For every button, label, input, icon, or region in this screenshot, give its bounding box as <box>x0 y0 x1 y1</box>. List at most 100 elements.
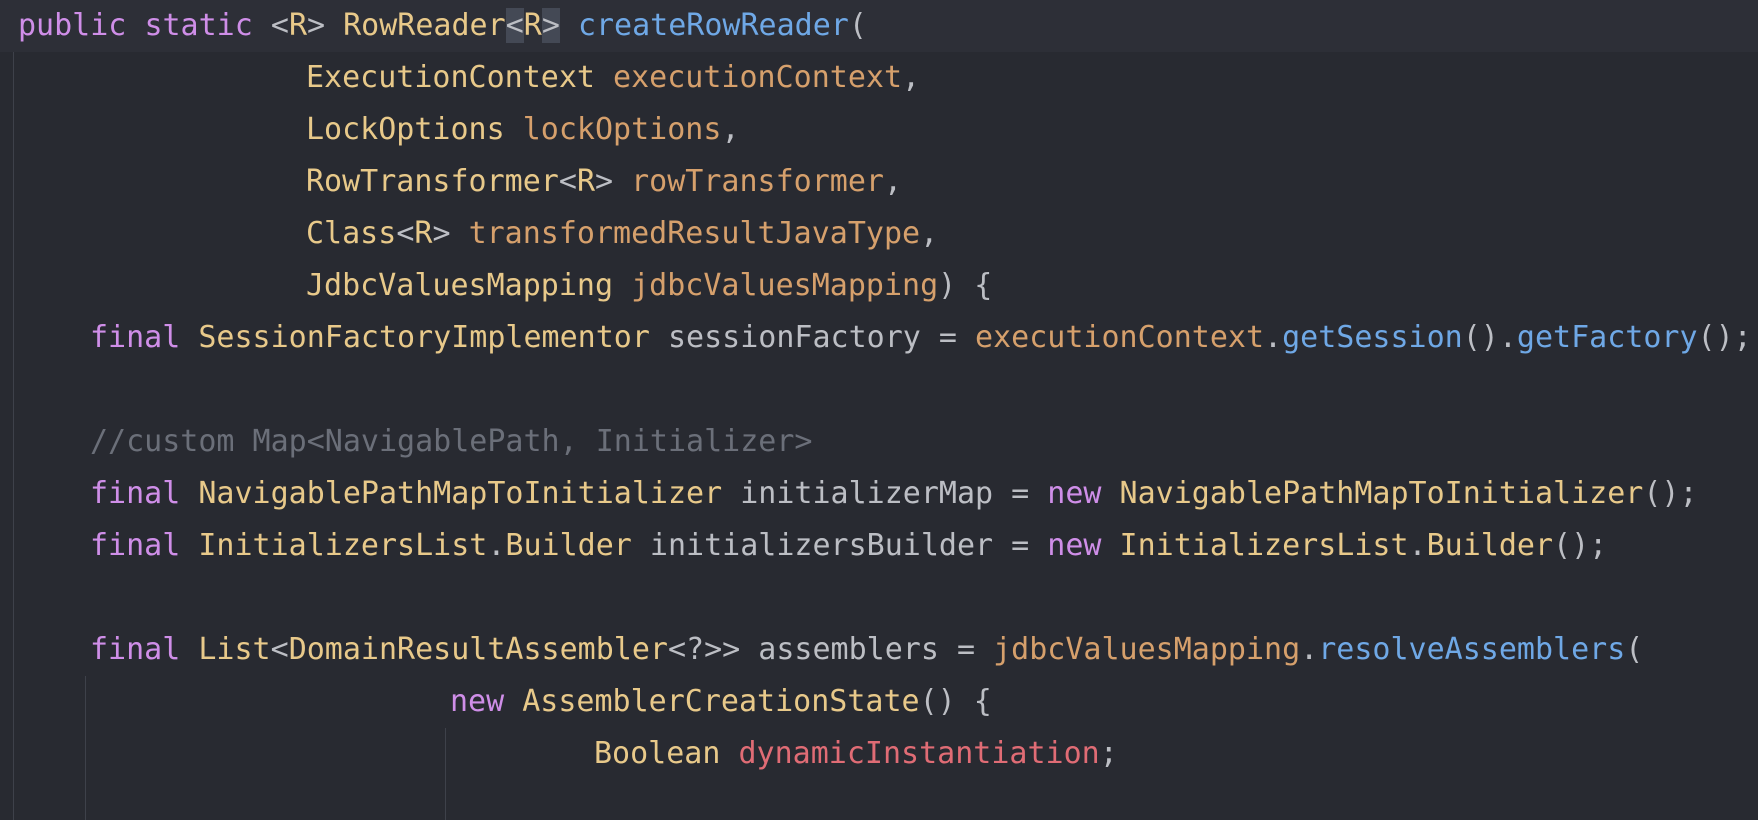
code-token: //custom Map<NavigablePath, Initializer> <box>90 424 813 459</box>
code-token: > <box>541 8 560 43</box>
code-token: ) { <box>938 268 993 303</box>
code-token: R <box>523 8 542 43</box>
code-line[interactable] <box>0 572 1758 624</box>
code-line[interactable]: JdbcValuesMapping jdbcValuesMapping) { <box>0 260 1758 312</box>
code-token: (); <box>1643 476 1698 511</box>
code-line[interactable]: final List<DomainResultAssembler<?>> ass… <box>0 624 1758 676</box>
code-token: < <box>396 216 415 251</box>
code-line[interactable]: //custom Map<NavigablePath, Initializer> <box>0 416 1758 468</box>
code-token: (). <box>1462 320 1517 355</box>
code-token: . <box>1264 320 1283 355</box>
code-line[interactable]: final NavigablePathMapToInitializer init… <box>0 468 1758 520</box>
code-token: new <box>450 684 505 719</box>
code-token: jdbcValuesMapping <box>631 268 939 303</box>
code-token: ; <box>1099 736 1118 771</box>
code-token: resolveAssemblers <box>1318 632 1626 667</box>
code-token: (); <box>1697 320 1752 355</box>
code-token: ( <box>848 8 867 43</box>
code-token: transformedResultJavaType <box>468 216 921 251</box>
code-token: rowTransformer <box>631 164 884 199</box>
code-token: Class <box>306 216 397 251</box>
code-token: > <box>432 216 469 251</box>
code-token: LockOptions <box>306 112 505 147</box>
code-token: DomainResultAssembler <box>288 632 668 667</box>
code-token: getSession <box>1282 320 1463 355</box>
code-token: InitializersList <box>1119 528 1409 563</box>
code-line-text: RowTransformer<R> rowTransformer, <box>306 156 902 208</box>
code-line[interactable]: Class<R> transformedResultJavaType, <box>0 208 1758 260</box>
code-token: JdbcValuesMapping <box>306 268 614 303</box>
code-line-text: final SessionFactoryImplementor sessionF… <box>90 312 1752 364</box>
code-token: <?>> assemblers = <box>667 632 994 667</box>
code-token: () { <box>919 684 992 719</box>
code-token: static <box>144 8 253 43</box>
code-token: jdbcValuesMapping <box>993 632 1301 667</box>
code-line-text: LockOptions lockOptions, <box>306 104 740 156</box>
code-token: lockOptions <box>522 112 722 147</box>
code-token: Builder <box>505 528 632 563</box>
code-line-text: final InitializersList.Builder initializ… <box>90 520 1607 572</box>
code-line[interactable]: Boolean dynamicInstantiation; <box>0 728 1758 780</box>
code-token: AssemblerCreationState <box>522 684 920 719</box>
code-line-text: final List<DomainResultAssembler<?>> ass… <box>90 624 1643 676</box>
code-token: . <box>1408 528 1427 563</box>
code-token: < <box>252 8 289 43</box>
code-token: > <box>307 8 344 43</box>
code-line[interactable]: final InitializersList.Builder initializ… <box>0 520 1758 572</box>
code-token: initializersBuilder = <box>631 528 1048 563</box>
code-line[interactable]: LockOptions lockOptions, <box>0 104 1758 156</box>
code-token: , <box>920 216 939 251</box>
code-line-text: Boolean dynamicInstantiation; <box>594 728 1118 780</box>
code-line-text: public static <R> RowReader<R> createRow… <box>18 0 867 52</box>
code-token: R <box>414 216 433 251</box>
code-line[interactable]: ExecutionContext executionContext, <box>0 52 1758 104</box>
code-line[interactable]: new AssemblerCreationState() { <box>0 676 1758 728</box>
code-token: final <box>90 320 181 355</box>
code-token: ( <box>1625 632 1644 667</box>
code-line-text: new AssemblerCreationState() { <box>450 676 992 728</box>
code-token: (); <box>1553 528 1608 563</box>
code-line[interactable] <box>0 364 1758 416</box>
code-token: < <box>270 632 289 667</box>
code-line-text: Class<R> transformedResultJavaType, <box>306 208 938 260</box>
code-token: createRowReader <box>577 8 849 43</box>
code-line-text: ExecutionContext executionContext, <box>306 52 920 104</box>
code-token: SessionFactoryImplementor <box>198 320 650 355</box>
code-token: . <box>1300 632 1319 667</box>
code-token: Builder <box>1426 528 1554 563</box>
code-token: sessionFactory = <box>649 320 976 355</box>
code-token: InitializersList <box>198 528 488 563</box>
code-token: < <box>505 8 524 43</box>
code-token: new <box>1047 528 1102 563</box>
code-token: final <box>90 632 181 667</box>
code-line-text: final NavigablePathMapToInitializer init… <box>90 468 1698 520</box>
code-token: RowTransformer <box>306 164 559 199</box>
code-token: , <box>902 60 921 95</box>
code-token: < <box>558 164 577 199</box>
code-token: new <box>1047 476 1102 511</box>
code-line-text: //custom Map<NavigablePath, Initializer> <box>90 416 812 468</box>
code-line[interactable]: public static <R> RowReader<R> createRow… <box>0 0 1758 52</box>
code-token: NavigablePathMapToInitializer <box>198 476 723 511</box>
code-line[interactable]: final SessionFactoryImplementor sessionF… <box>0 312 1758 364</box>
code-token: initializerMap = <box>722 476 1048 511</box>
code-token: , <box>884 164 903 199</box>
code-token: , <box>721 112 740 147</box>
code-token: executionContext <box>613 60 903 95</box>
code-token: public <box>18 8 127 43</box>
code-token: > <box>595 164 632 199</box>
code-editor[interactable]: public static <R> RowReader<R> createRow… <box>0 0 1758 820</box>
code-line[interactable]: RowTransformer<R> rowTransformer, <box>0 156 1758 208</box>
code-token: ExecutionContext <box>306 60 595 95</box>
